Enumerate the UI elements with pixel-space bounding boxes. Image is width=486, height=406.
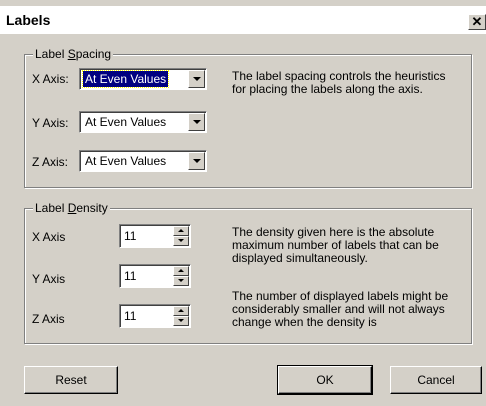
- window-title: Labels: [6, 12, 51, 28]
- z-axis-density-label: Z Axis: [32, 312, 65, 326]
- chevron-down-icon[interactable]: [188, 113, 205, 131]
- y-axis-density-label: Y Axis: [32, 272, 66, 286]
- x-axis-density-label: X Axis: [32, 230, 66, 244]
- x-axis-density-value: 11: [124, 229, 137, 243]
- spin-up-icon[interactable]: [173, 266, 189, 276]
- reset-button[interactable]: Reset: [24, 366, 118, 394]
- z-axis-spacing-value: At Even Values: [85, 154, 167, 168]
- spin-down-icon[interactable]: [173, 276, 189, 286]
- label-density-description-2: The number of displayed labels might be …: [232, 289, 449, 329]
- y-axis-density-spinner[interactable]: 11: [119, 264, 191, 288]
- title-bar[interactable]: Labels ✕: [0, 6, 486, 34]
- cancel-button[interactable]: Cancel: [390, 366, 482, 394]
- y-axis-spacing-label: Y Axis:: [32, 116, 69, 130]
- labels-dialog: Labels ✕ Label Spacing X Axis: At Even V…: [0, 0, 486, 406]
- label-spacing-description: The label spacing controls the heuristic…: [232, 69, 446, 96]
- ok-button[interactable]: OK: [277, 365, 373, 395]
- close-icon[interactable]: ✕: [468, 14, 486, 30]
- spin-up-icon[interactable]: [173, 306, 189, 316]
- z-axis-density-value: 11: [124, 309, 137, 323]
- y-axis-spacing-select[interactable]: At Even Values: [79, 111, 207, 133]
- x-axis-spacing-select[interactable]: At Even Values: [79, 68, 207, 90]
- chevron-down-icon[interactable]: [188, 152, 205, 170]
- x-axis-density-spinner[interactable]: 11: [119, 224, 191, 248]
- spin-down-icon[interactable]: [173, 236, 189, 246]
- label-density-legend: Label Density: [33, 201, 110, 215]
- x-axis-spacing-value: At Even Values: [81, 70, 170, 88]
- z-axis-density-spinner[interactable]: 11: [119, 304, 191, 328]
- spin-up-icon[interactable]: [173, 226, 189, 236]
- label-spacing-legend: Label Spacing: [33, 47, 114, 61]
- x-axis-spacing-label: X Axis:: [32, 72, 69, 86]
- z-axis-spacing-select[interactable]: At Even Values: [79, 150, 207, 172]
- spin-down-icon[interactable]: [173, 316, 189, 326]
- chevron-down-icon[interactable]: [188, 70, 205, 88]
- label-density-description-1: The density given here is the absolute m…: [232, 225, 439, 265]
- y-axis-density-value: 11: [124, 269, 137, 283]
- z-axis-spacing-label: Z Axis:: [32, 155, 69, 169]
- y-axis-spacing-value: At Even Values: [85, 115, 167, 129]
